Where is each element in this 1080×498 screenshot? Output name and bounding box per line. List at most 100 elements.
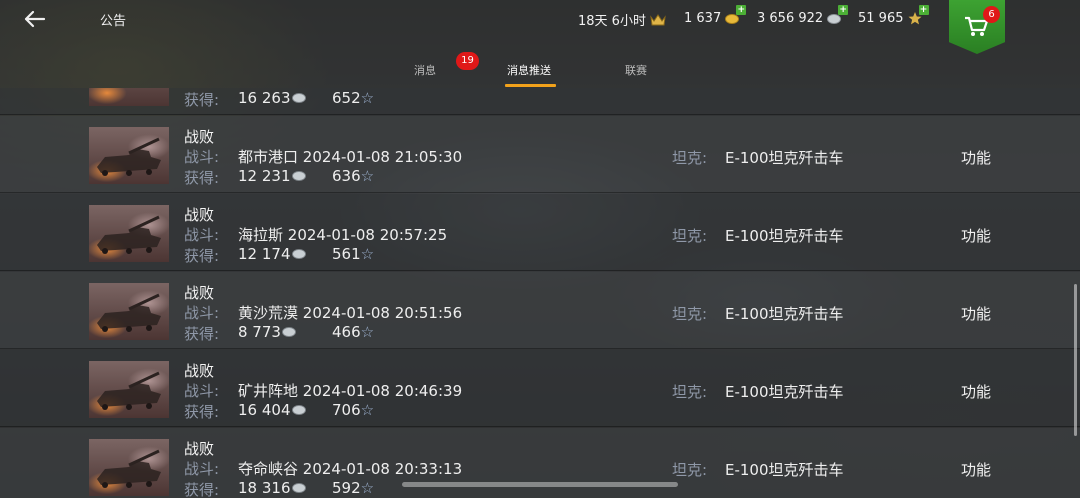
messages-badge: 19 <box>456 52 479 70</box>
tab-league[interactable]: 联赛 <box>625 62 647 78</box>
function-button[interactable]: 功能 <box>961 381 991 402</box>
battle-thumbnail <box>89 361 169 418</box>
list-item[interactable]: 战败战斗: 夺命峡谷 2024-01-08 20:33:13 获得: 18 316 59… <box>0 428 1080 498</box>
gold-amount: 1 637 <box>684 10 722 26</box>
map-name: 海拉斯 <box>238 226 284 244</box>
star-icon: ☆ <box>360 479 375 497</box>
xp-value: 592 <box>332 479 361 497</box>
silver-icon <box>291 93 306 103</box>
earned-label: 获得: <box>184 481 220 498</box>
list-item[interactable]: 战败 战斗: 海拉斯 2024-01-08 20:57:25 获得: 12 174 561… <box>0 194 1080 271</box>
silver-amount: 3 656 922 <box>757 10 824 26</box>
tank-label: 坦克: <box>672 383 708 401</box>
back-arrow-icon[interactable] <box>22 6 48 32</box>
function-button[interactable]: 功能 <box>961 225 991 246</box>
earned-label: 获得: <box>184 169 220 187</box>
battle-datetime: 2024-01-08 20:51:56 <box>302 304 463 322</box>
battle-result: 战败 <box>184 362 215 380</box>
star-icon: ☆ <box>360 167 375 185</box>
shop-badge: 6 <box>983 6 1000 23</box>
xp-value: 636 <box>332 167 361 185</box>
battle-info: 黄沙荒漠 2024-01-08 20:51:56 <box>238 302 462 323</box>
active-tab-indicator <box>505 84 556 87</box>
tab-messages[interactable]: 消息 <box>414 62 436 78</box>
list-item[interactable]: 获得: 16 263 652☆ <box>0 88 1080 115</box>
battle-label: 战斗: <box>184 148 220 166</box>
scrollbar[interactable] <box>1074 284 1077 436</box>
credits-earned: 16 263 <box>238 89 306 107</box>
battle-result: 战败 <box>184 284 215 302</box>
tank-label: 坦克: <box>672 149 708 167</box>
map-name: 都市港口 <box>238 148 299 166</box>
xp-value: 706 <box>332 401 361 419</box>
battle-label: 战斗: <box>184 304 220 322</box>
page-title: 公告 <box>100 14 127 29</box>
map-name: 夺命峡谷 <box>238 460 299 478</box>
tank-name: E-100坦克歼击车 <box>725 461 844 479</box>
credits-earned: 18 316 <box>238 479 306 497</box>
battle-result: 战败 <box>184 128 215 146</box>
battle-info: 海拉斯 2024-01-08 20:57:25 <box>238 224 447 245</box>
tank-label: 坦克: <box>672 461 708 479</box>
xp-earned: 561☆ <box>332 245 374 263</box>
list-item[interactable]: 战败战斗: 都市港口 2024-01-08 21:05:30 获得: 12 231 63… <box>0 116 1080 193</box>
battle-label: 战斗: <box>184 382 220 400</box>
list-item[interactable]: 战败战斗: 黄沙荒漠 2024-01-08 20:51:56 获得: 8 773 466… <box>0 272 1080 349</box>
tank-name: E-100坦克歼击车 <box>725 383 844 401</box>
gold-balance[interactable]: 1 637 + <box>684 5 747 26</box>
function-button[interactable]: 功能 <box>961 303 991 324</box>
silver-balance[interactable]: 3 656 922 + <box>757 5 849 26</box>
xp-earned: 466☆ <box>332 323 374 341</box>
tank-name: E-100坦克歼击车 <box>725 149 844 167</box>
silver-icon <box>291 249 306 259</box>
earned-label: 获得: <box>184 91 220 109</box>
battle-info: 夺命峡谷 2024-01-08 20:33:13 <box>238 458 462 479</box>
silver-icon <box>291 405 306 415</box>
tank-label: 坦克: <box>672 227 708 245</box>
earned-label: 获得: <box>184 325 220 343</box>
add-xp-icon[interactable]: + <box>918 5 929 15</box>
silver-icon <box>291 171 306 181</box>
battle-info: 矿井阵地 2024-01-08 20:46:39 <box>238 380 462 401</box>
battle-result: 战败 <box>184 440 215 458</box>
premium-timer[interactable]: 18天 6小时 <box>578 10 667 29</box>
battle-label: 战斗: <box>184 460 220 478</box>
free-xp-balance[interactable]: 51 965 + <box>858 5 929 26</box>
xp-value: 466 <box>332 323 361 341</box>
battle-datetime: 2024-01-08 21:05:30 <box>302 148 463 166</box>
credits-earned: 16 404 <box>238 401 306 419</box>
tab-push-notifications[interactable]: 消息推送 <box>507 62 551 78</box>
battle-result: 战败 <box>184 206 215 224</box>
silver-icon <box>281 327 296 337</box>
battle-report-list[interactable]: 获得: 16 263 652☆ 战败 战斗: 都市港口 2024-01-08 21:… <box>0 88 1080 498</box>
credits-earned: 12 231 <box>238 167 306 185</box>
battle-thumbnail <box>89 439 169 496</box>
silver-coin-icon: + <box>826 5 849 26</box>
function-button[interactable]: 功能 <box>961 147 991 168</box>
home-indicator[interactable] <box>402 482 678 487</box>
battle-datetime: 2024-01-08 20:57:25 <box>287 226 448 244</box>
credits-value: 12 174 <box>238 245 291 263</box>
premium-crown-icon <box>649 12 667 28</box>
battle-thumbnail <box>89 127 169 184</box>
xp-earned: 706☆ <box>332 401 374 419</box>
add-gold-icon[interactable]: + <box>736 5 747 15</box>
credits-earned: 8 773 <box>238 323 296 341</box>
add-silver-icon[interactable]: + <box>838 5 849 15</box>
star-icon: ☆ <box>360 89 375 107</box>
map-name: 矿井阵地 <box>238 382 299 400</box>
function-button[interactable]: 功能 <box>961 459 991 480</box>
tank-name: E-100坦克歼击车 <box>725 305 844 323</box>
credits-value: 8 773 <box>238 323 281 341</box>
star-icon: ☆ <box>360 401 375 419</box>
gold-coin-icon: + <box>724 5 747 26</box>
battle-thumbnail <box>89 88 169 106</box>
battle-thumbnail <box>89 205 169 262</box>
battle-info: 都市港口 2024-01-08 21:05:30 <box>238 146 462 167</box>
tab-bar: 消息 消息推送 联赛 <box>0 52 1080 88</box>
list-item[interactable]: 战败 战斗: 矿井阵地 2024-01-08 20:46:39 获得: 16 404 70… <box>0 350 1080 427</box>
credits-value: 16 404 <box>238 401 291 419</box>
xp-earned: 652☆ <box>332 89 375 107</box>
xp-value: 561 <box>332 245 361 263</box>
credits-earned: 12 174 <box>238 245 306 263</box>
